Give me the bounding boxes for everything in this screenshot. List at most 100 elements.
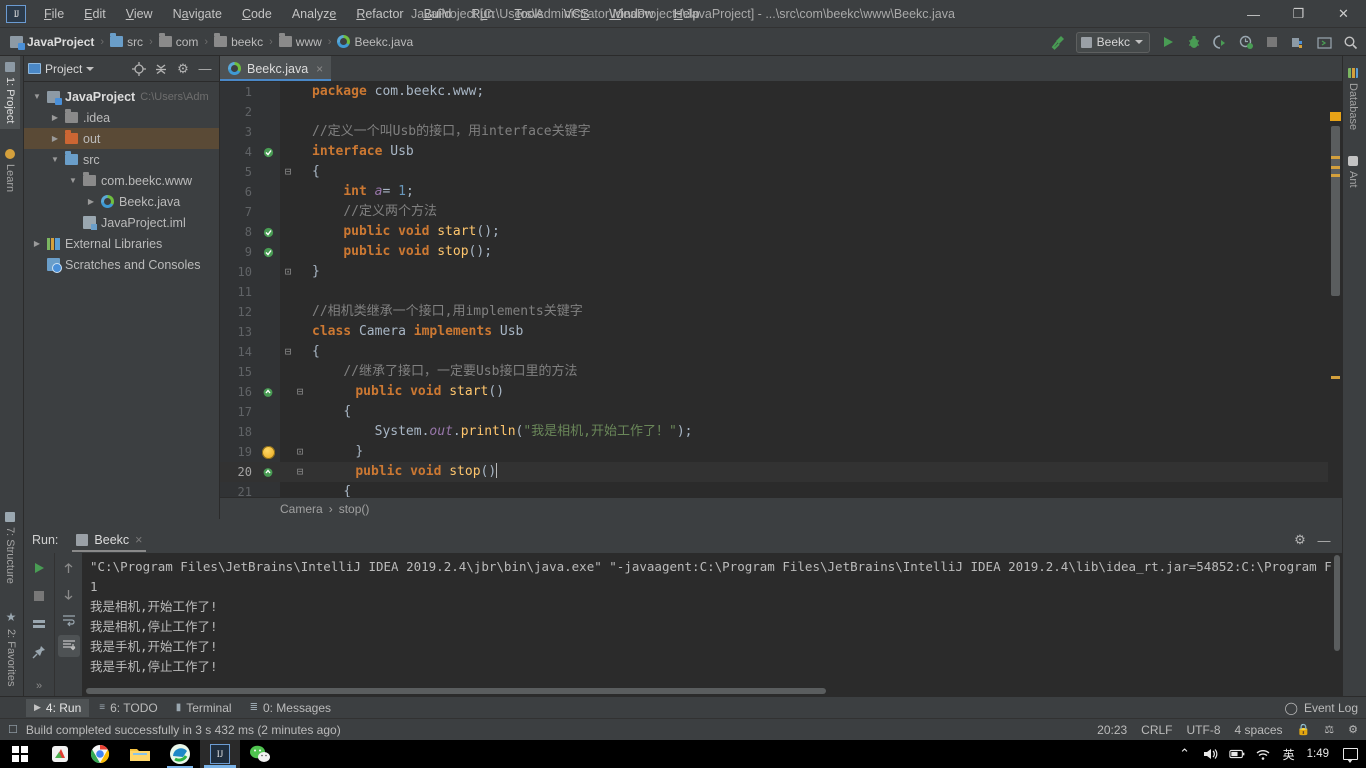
chevron-right-icon[interactable]: ▶ — [50, 113, 60, 122]
stripe-button-structure[interactable]: 7: Structure — [0, 506, 20, 590]
menu-view[interactable]: View — [116, 3, 163, 25]
close-icon[interactable]: × — [316, 62, 323, 76]
tree-node-beekc-java[interactable]: ▶ Beekc.java — [24, 191, 219, 212]
code-line[interactable]: 17 { — [220, 402, 1342, 422]
code-line[interactable]: 1 package com.beekc.www; — [220, 82, 1342, 102]
tree-node-idea[interactable]: ▶ .idea — [24, 107, 219, 128]
notifications-icon[interactable] — [1343, 748, 1358, 763]
fold-collapse-icon[interactable]: ⊟ — [285, 342, 292, 362]
code-text[interactable]: //定义一个叫Usb的接口，用interface关键字 — [296, 122, 591, 142]
soft-wrap-icon[interactable] — [58, 609, 80, 631]
stripe-button-favorites[interactable]: ★ 2: Favorites — [0, 604, 22, 692]
fold-end-icon[interactable]: ⊡ — [297, 442, 304, 462]
tool-button-todo[interactable]: ≡ 6: TODO — [91, 699, 165, 717]
tool-button-terminal[interactable]: ▮ Terminal — [168, 699, 240, 717]
rerun-icon[interactable] — [28, 557, 50, 579]
line-separator[interactable]: CRLF — [1141, 723, 1172, 737]
search-everywhere-icon[interactable] — [1338, 31, 1362, 53]
breadcrumb-item-beekc[interactable]: beekc — [210, 33, 267, 51]
breadcrumb-class[interactable]: Camera — [280, 502, 323, 516]
menu-file[interactable]: File — [34, 3, 74, 25]
breadcrumb-item-com[interactable]: com — [155, 33, 203, 51]
warning-marker[interactable] — [1331, 156, 1340, 159]
chevron-right-icon[interactable]: ▶ — [86, 197, 96, 206]
project-panel-title[interactable]: Project — [28, 62, 95, 76]
code-line[interactable]: 8 public void start(); — [220, 222, 1342, 242]
more-actions-icon[interactable]: » — [36, 680, 42, 696]
code-line[interactable]: 20 ⊟ public void stop() — [220, 462, 1342, 482]
code-text[interactable]: int a= 1; — [296, 182, 413, 202]
chevron-down-icon[interactable]: ▼ — [68, 176, 78, 185]
code-line[interactable]: 18 System.out.println("我是相机,开始工作了！"); — [220, 422, 1342, 442]
chevron-down-icon[interactable]: ▼ — [50, 155, 60, 164]
profiler-icon[interactable] — [1234, 31, 1258, 53]
run-tab-beekc[interactable]: Beekc × — [68, 531, 150, 552]
menu-analyze[interactable]: Analyze — [282, 3, 346, 25]
code-line[interactable]: 15 //继承了接口，一定要Usb接口里的方法 — [220, 362, 1342, 382]
implemented-marker-icon[interactable] — [262, 226, 274, 238]
inspection-icon[interactable]: ⚖ — [1324, 723, 1334, 736]
code-line[interactable]: 6 int a= 1; — [220, 182, 1342, 202]
taskbar-clock[interactable]: 1:49 — [1307, 748, 1329, 760]
code-text[interactable]: //相机类继承一个接口,用implements关键字 — [296, 302, 583, 322]
fold-collapse-icon[interactable]: ⊟ — [297, 462, 304, 482]
code-line[interactable]: 19 ⊡ } — [220, 442, 1342, 462]
taskbar-app-blue[interactable] — [160, 740, 200, 768]
stop-icon[interactable] — [28, 585, 50, 607]
code-text[interactable]: public void start() — [308, 382, 504, 402]
chevron-right-icon[interactable]: ▶ — [32, 239, 42, 248]
stop-icon[interactable] — [1260, 31, 1284, 53]
taskbar-intellij-idea[interactable]: IJ — [200, 740, 240, 768]
run-with-coverage-icon[interactable] — [1208, 31, 1232, 53]
code-text[interactable]: package com.beekc.www; — [296, 82, 484, 102]
terminal-icon[interactable] — [1312, 31, 1336, 53]
scrollbar-thumb[interactable] — [1331, 126, 1340, 296]
volume-icon[interactable] — [1203, 744, 1219, 764]
build-hammer-icon[interactable] — [1046, 31, 1070, 53]
hide-icon[interactable]: — — [195, 59, 215, 79]
gear-icon[interactable]: ⚙ — [1290, 530, 1310, 550]
run-icon[interactable] — [1156, 31, 1180, 53]
project-structure-icon[interactable] — [1286, 31, 1310, 53]
gear-icon[interactable]: ⚙ — [173, 59, 193, 79]
breadcrumb-item-project[interactable]: JavaProject — [6, 33, 98, 51]
tree-node-external-libraries[interactable]: ▶ External Libraries — [24, 233, 219, 254]
lock-icon[interactable]: 🔒 — [1297, 723, 1311, 736]
code-text[interactable]: public void stop() — [308, 462, 498, 482]
battery-icon[interactable] — [1228, 744, 1245, 764]
fold-collapse-icon[interactable]: ⊟ — [297, 382, 304, 402]
hide-icon[interactable]: — — [1314, 530, 1334, 550]
wifi-icon[interactable] — [1255, 744, 1271, 764]
implemented-marker-icon[interactable] — [262, 246, 274, 258]
chevron-right-icon[interactable]: ▶ — [50, 134, 60, 143]
ime-indicator[interactable]: 英 — [1281, 744, 1297, 764]
stripe-button-database[interactable]: Database — [1343, 62, 1363, 136]
stripe-button-project[interactable]: 1: Project — [0, 56, 20, 130]
close-button[interactable]: ✕ — [1321, 0, 1366, 28]
chevron-down-icon[interactable]: ▼ — [32, 92, 42, 101]
debug-icon[interactable] — [1182, 31, 1206, 53]
pin-icon[interactable] — [28, 641, 50, 663]
taskbar-wechat[interactable] — [240, 740, 280, 768]
minimize-button[interactable]: — — [1231, 0, 1276, 28]
warning-marker[interactable] — [1331, 174, 1340, 177]
code-text[interactable]: { — [296, 402, 351, 422]
code-text[interactable]: class Camera implements Usb — [296, 322, 523, 342]
code-text[interactable]: } — [296, 262, 320, 282]
scroll-to-end-icon[interactable] — [57, 635, 80, 657]
maximize-button[interactable]: ❐ — [1276, 0, 1321, 28]
code-text[interactable]: interface Usb — [296, 142, 414, 162]
stripe-button-learn[interactable]: Learn — [0, 143, 20, 198]
caret-position[interactable]: 20:23 — [1097, 723, 1127, 737]
dump-threads-icon[interactable] — [28, 613, 50, 635]
code-line[interactable]: 14 ⊟{ — [220, 342, 1342, 362]
overrides-marker-icon[interactable] — [262, 386, 274, 398]
code-editor[interactable]: 1 package com.beekc.www; 2 3 //定义一个叫Usb的接口，用… — [220, 82, 1342, 519]
code-text[interactable]: } — [308, 442, 363, 462]
file-encoding[interactable]: UTF-8 — [1187, 723, 1221, 737]
tool-button-run[interactable]: ▶ 4: Run — [26, 698, 90, 717]
breadcrumb-method[interactable]: stop() — [339, 502, 370, 516]
tree-node-scratches[interactable]: Scratches and Consoles — [24, 254, 219, 275]
intention-bulb-icon[interactable] — [261, 445, 275, 459]
tree-node-package[interactable]: ▼ com.beekc.www — [24, 170, 219, 191]
